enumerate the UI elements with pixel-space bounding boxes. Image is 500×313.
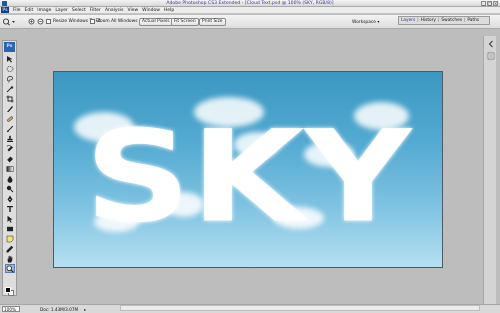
zoom-all-windows-label: Zoom All Windows xyxy=(97,19,138,24)
path-selection-icon xyxy=(7,215,13,223)
close-button[interactable]: × xyxy=(493,1,498,6)
options-bar: Resize Windows To Fit Zoom All Windows A… xyxy=(0,15,500,29)
zoom-tool[interactable] xyxy=(5,264,15,273)
lasso-tool[interactable] xyxy=(5,74,15,83)
document-canvas[interactable]: SKY xyxy=(53,71,443,268)
ps-logo: Ps xyxy=(1,7,9,13)
hand-tool[interactable] xyxy=(5,254,15,263)
move-icon xyxy=(7,55,13,62)
chevron-down-icon: ▾ xyxy=(377,19,380,24)
menu-edit[interactable]: Edit xyxy=(23,7,36,14)
zoom-icon xyxy=(6,265,14,273)
tab-layers[interactable]: Layers xyxy=(401,18,415,23)
hand-icon xyxy=(7,255,13,262)
eyedropper-icon xyxy=(6,245,14,252)
crop-icon xyxy=(6,95,14,102)
menu-image[interactable]: Image xyxy=(35,7,53,14)
pen-icon xyxy=(7,195,13,202)
slice-icon xyxy=(7,105,13,112)
clone-stamp-icon xyxy=(7,135,13,142)
maximize-button[interactable]: □ xyxy=(487,1,492,6)
path-selection-tool[interactable] xyxy=(5,214,15,223)
tab-history[interactable]: History xyxy=(421,18,436,23)
menu-filter[interactable]: Filter xyxy=(88,7,103,14)
zoom-in-icon[interactable] xyxy=(28,18,36,26)
brush-tool[interactable] xyxy=(5,124,15,133)
checkbox-box[interactable] xyxy=(90,19,95,24)
crop-tool[interactable] xyxy=(5,94,15,103)
menu-view[interactable]: View xyxy=(125,7,140,14)
magic-wand-icon xyxy=(6,85,14,92)
workspace-label: Workspace xyxy=(352,20,376,25)
menu-bar: Ps File Edit Image Layer Select Filter A… xyxy=(0,7,500,14)
foreground-color-swatch[interactable] xyxy=(5,287,11,293)
lasso-icon xyxy=(6,75,13,83)
blur-tool[interactable] xyxy=(5,174,15,183)
panel-dock xyxy=(483,36,496,306)
rectangle-shape-icon xyxy=(7,226,13,231)
zoom-out-icon[interactable] xyxy=(37,18,45,26)
zoom-all-windows-checkbox[interactable]: Zoom All Windows xyxy=(90,19,138,24)
type-tool[interactable] xyxy=(5,204,15,213)
menu-select[interactable]: Select xyxy=(70,7,88,14)
window-controls: _ □ × xyxy=(481,1,498,6)
document-size-info: Doc: 1.43M/3.07M xyxy=(40,306,79,312)
shape-tool[interactable] xyxy=(5,224,15,233)
workspace-menu[interactable]: Workspace ▾ xyxy=(352,19,379,25)
menu-help[interactable]: Help xyxy=(162,7,176,14)
collapse-dock-icon[interactable] xyxy=(487,40,495,48)
eyedropper-tool[interactable] xyxy=(5,244,15,253)
history-brush-tool[interactable] xyxy=(5,144,15,153)
notes-icon xyxy=(6,235,14,242)
tab-separator: | xyxy=(417,18,419,23)
tools-logo: Ps xyxy=(4,42,15,52)
notes-tool[interactable] xyxy=(5,234,15,243)
actual-pixels-button[interactable]: Actual Pixels xyxy=(139,18,173,26)
checkbox-box[interactable] xyxy=(46,19,51,24)
sky-text: SKY xyxy=(85,102,413,250)
tab-swatches[interactable]: Swatches xyxy=(441,18,462,23)
menu-analysis[interactable]: Analysis xyxy=(103,7,126,14)
magic-wand-tool[interactable] xyxy=(5,84,15,93)
gradient-tool[interactable] xyxy=(5,164,15,173)
gradient-icon xyxy=(6,165,14,172)
panel-menu-icon[interactable] xyxy=(487,52,495,60)
slice-tool[interactable] xyxy=(5,104,15,113)
pen-tool[interactable] xyxy=(5,194,15,203)
minimize-button[interactable]: _ xyxy=(481,1,486,6)
brush-icon xyxy=(6,125,14,132)
tab-separator: | xyxy=(437,18,440,23)
dodge-icon xyxy=(6,185,14,192)
palette-well: Layers | History | Swatches | Paths xyxy=(398,16,490,25)
menu-window[interactable]: Window xyxy=(140,7,162,14)
fit-screen-button[interactable]: Fit Screen xyxy=(171,18,199,26)
marquee-icon xyxy=(6,65,14,72)
eraser-icon xyxy=(7,156,13,162)
tab-paths[interactable]: Paths xyxy=(467,18,479,23)
menu-layer[interactable]: Layer xyxy=(53,7,70,14)
marquee-tool[interactable] xyxy=(5,64,15,73)
zoom-tool-preset-icon[interactable] xyxy=(2,18,16,26)
move-tool[interactable] xyxy=(5,54,15,63)
clone-stamp-tool[interactable] xyxy=(5,134,15,143)
tab-separator: | xyxy=(463,18,466,23)
horizontal-scrollbar[interactable] xyxy=(120,305,480,311)
tools-panel: Ps xyxy=(2,40,17,296)
healing-brush-icon xyxy=(7,115,13,122)
healing-brush-tool[interactable] xyxy=(5,114,15,123)
type-icon xyxy=(7,205,13,212)
blur-icon xyxy=(7,175,13,183)
status-menu-arrow-icon[interactable]: ▸ xyxy=(84,307,86,312)
menu-file[interactable]: File xyxy=(11,7,23,14)
zoom-level-field[interactable]: 100% xyxy=(2,306,20,312)
history-brush-icon xyxy=(6,144,13,151)
sky-text-layer: SKY xyxy=(85,102,413,250)
eraser-tool[interactable] xyxy=(5,154,15,163)
dodge-tool[interactable] xyxy=(5,184,15,193)
print-size-button[interactable]: Print Size xyxy=(199,18,226,26)
